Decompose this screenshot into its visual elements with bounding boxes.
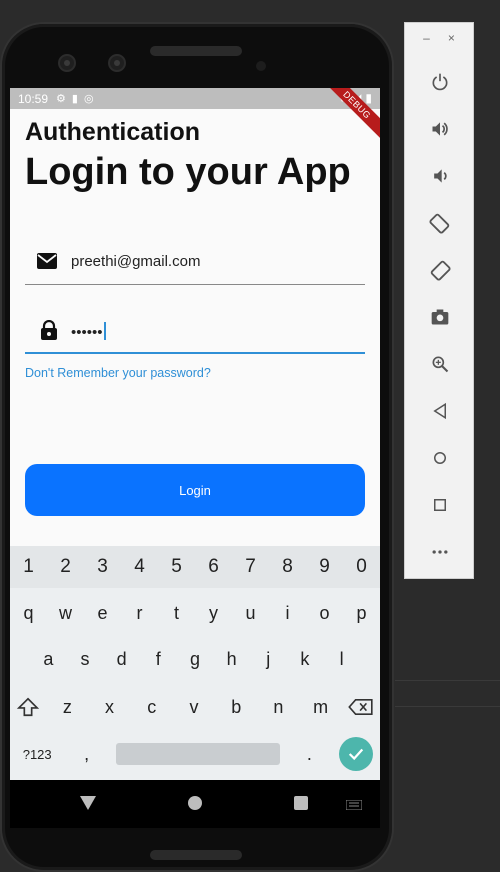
page-subtitle: Authentication [25, 118, 200, 146]
forgot-password-link[interactable]: Don't Remember your password? [25, 366, 211, 380]
rotate-left-icon[interactable] [428, 211, 452, 235]
key[interactable]: d [107, 649, 137, 670]
nav-home-icon[interactable] [188, 796, 202, 810]
navigation-bar [10, 780, 380, 828]
volume-down-icon[interactable] [428, 164, 452, 188]
key[interactable]: 6 [199, 556, 229, 578]
key[interactable]: k [290, 649, 320, 670]
backspace-icon[interactable] [348, 698, 374, 716]
key[interactable]: m [306, 697, 336, 718]
front-sensor [108, 54, 126, 72]
mail-icon [37, 253, 57, 269]
proximity-sensor [256, 61, 266, 71]
key[interactable]: t [162, 603, 192, 624]
key[interactable]: 2 [51, 556, 81, 578]
overview-icon[interactable] [428, 493, 452, 517]
close-button[interactable]: × [448, 31, 455, 45]
key[interactable]: 7 [236, 556, 266, 578]
key[interactable]: i [273, 603, 303, 624]
key[interactable]: q [14, 603, 44, 624]
shift-icon[interactable] [16, 696, 40, 718]
nav-overview-icon[interactable] [294, 796, 308, 810]
volume-up-icon[interactable] [428, 117, 452, 141]
key[interactable]: 8 [273, 556, 303, 578]
divider [395, 680, 500, 681]
front-camera [58, 54, 76, 72]
email-field[interactable]: preethi@gmail.com [25, 235, 365, 285]
key-row-3: z x c v b n m [10, 684, 380, 730]
settings-icon: ⚙ [56, 93, 66, 105]
key[interactable]: b [221, 697, 251, 718]
key[interactable]: p [347, 603, 377, 624]
key[interactable]: x [95, 697, 125, 718]
key[interactable]: o [310, 603, 340, 624]
key[interactable]: n [263, 697, 293, 718]
key[interactable]: r [125, 603, 155, 624]
password-masked: •••••• [71, 324, 103, 341]
home-icon[interactable] [428, 446, 452, 470]
email-value: preethi@gmail.com [71, 253, 201, 270]
rotate-right-icon[interactable] [428, 258, 452, 282]
key[interactable]: f [143, 649, 173, 670]
bottom-speaker [150, 850, 242, 860]
enter-key[interactable] [338, 737, 373, 771]
divider [395, 706, 500, 707]
sync-icon: ◎ [83, 93, 94, 105]
battery-icon: ▮ [365, 91, 372, 105]
key[interactable]: 4 [125, 556, 155, 578]
camera-icon[interactable] [428, 305, 452, 329]
lock-icon [41, 320, 57, 340]
panel-window-controls: – × [405, 31, 473, 45]
key[interactable]: 3 [88, 556, 118, 578]
key[interactable]: u [236, 603, 266, 624]
key-row-1: q w e r t y u i o p [10, 590, 380, 636]
symbols-key[interactable]: ?123 [17, 747, 57, 762]
nav-back-icon[interactable] [80, 796, 96, 810]
check-icon [348, 748, 363, 761]
key[interactable]: l [327, 649, 357, 670]
more-icon[interactable] [428, 540, 452, 564]
status-time: 10:59 [18, 91, 49, 106]
back-icon[interactable] [428, 399, 452, 423]
key-row-4: ?123 , . [10, 731, 380, 777]
key[interactable]: z [52, 697, 82, 718]
sd-card-icon: ▮ [71, 93, 78, 105]
comma-key[interactable]: , [72, 744, 102, 765]
zoom-icon[interactable] [428, 352, 452, 376]
key[interactable]: e [88, 603, 118, 624]
key[interactable]: g [180, 649, 210, 670]
key[interactable]: j [253, 649, 283, 670]
password-value: •••••• [71, 322, 106, 341]
key-row-2: a s d f g h j k l [10, 636, 380, 682]
speaker-grille [150, 46, 242, 56]
soft-keyboard: 1 2 3 4 5 6 7 8 9 0 q w e r t y u i o p … [10, 546, 380, 780]
key[interactable]: 5 [162, 556, 192, 578]
key[interactable]: h [217, 649, 247, 670]
login-button[interactable]: Login [25, 464, 365, 516]
password-field[interactable]: •••••• [25, 304, 365, 354]
phone-screen: 10:59 ⚙ ▮ ◎ ▼ ◢ ▮ DEBUG Authentication L… [10, 88, 380, 828]
key[interactable]: 1 [14, 556, 44, 578]
period-key[interactable]: . [294, 744, 324, 765]
key[interactable]: c [137, 697, 167, 718]
number-row: 1 2 3 4 5 6 7 8 9 0 [10, 546, 380, 588]
space-bar[interactable] [115, 743, 280, 765]
key[interactable]: 9 [310, 556, 340, 578]
key[interactable]: a [33, 649, 63, 670]
text-cursor [103, 322, 106, 340]
key[interactable]: 0 [347, 556, 377, 578]
power-icon[interactable] [428, 70, 452, 94]
minimize-button[interactable]: – [423, 31, 430, 45]
page-title: Login to your App [25, 151, 351, 193]
emulator-control-panel: – × [404, 22, 474, 579]
key[interactable]: y [199, 603, 229, 624]
key[interactable]: s [70, 649, 100, 670]
key[interactable]: v [179, 697, 209, 718]
keyboard-switch-icon[interactable] [346, 800, 362, 810]
key[interactable]: w [51, 603, 81, 624]
status-bar: 10:59 ⚙ ▮ ◎ ▼ ◢ ▮ DEBUG [10, 88, 380, 142]
